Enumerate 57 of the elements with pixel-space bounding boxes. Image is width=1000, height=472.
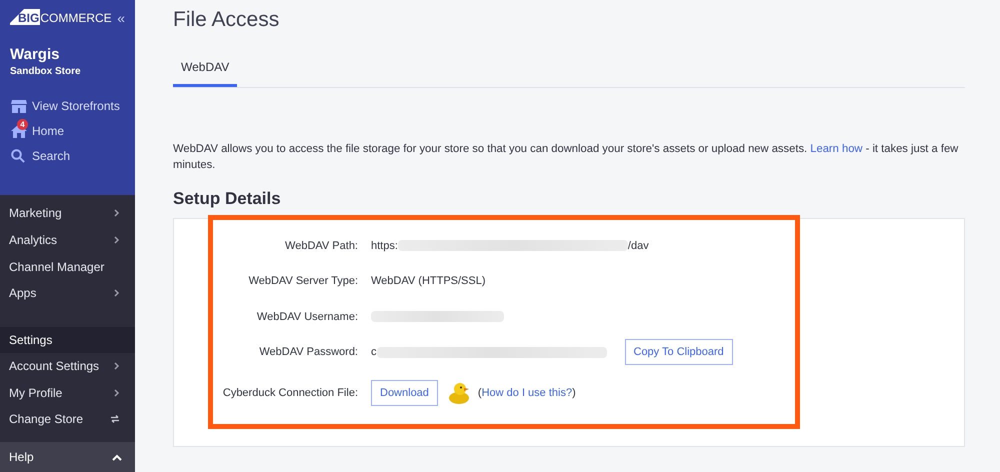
chevron-right-icon xyxy=(114,209,120,218)
download-button[interactable]: Download xyxy=(371,380,438,406)
menu-section-header: Settings xyxy=(0,326,135,353)
field-label: WebDAV Path: xyxy=(284,240,358,252)
quick-link-label: Search xyxy=(32,149,70,163)
menu-item-label: Channel Manager xyxy=(9,260,104,274)
menu-item[interactable]: Account Settings xyxy=(0,352,135,380)
chevron-right-icon xyxy=(114,388,120,397)
learn-how-link[interactable]: Learn how xyxy=(810,143,862,155)
switch-arrows-icon xyxy=(110,415,120,424)
menu-item[interactable]: Apps xyxy=(0,280,135,307)
logo: BIGCOMMERCE xyxy=(10,11,112,25)
copy-button[interactable]: Copy To Clipboard xyxy=(624,339,733,366)
quick-link-label: Home xyxy=(32,124,64,138)
menu-item-label: Account Settings xyxy=(9,359,100,374)
menu-item[interactable]: Marketing xyxy=(0,200,135,227)
field-value-start: c xyxy=(371,346,376,358)
chevron-right-icon xyxy=(114,362,120,370)
menu-item[interactable]: Change Store xyxy=(0,406,135,433)
chevron-right-icon xyxy=(114,289,120,298)
search-icon xyxy=(11,149,25,163)
field-value: WebDAV (HTTPS/SSL) xyxy=(371,275,486,288)
field-label: WebDAV Password: xyxy=(258,346,358,358)
menu-item[interactable]: My Profile xyxy=(0,379,135,406)
menu-item-label: Analytics xyxy=(9,233,58,248)
menu-item[interactable]: Analytics xyxy=(0,226,135,254)
storefront-icon xyxy=(11,99,27,113)
help-link[interactable]: How do I use this? xyxy=(482,387,572,399)
field-value-start: https: xyxy=(371,240,398,252)
menu-item-label: My Profile xyxy=(9,386,62,400)
field-label: WebDAV Username: xyxy=(256,310,358,323)
field-label: Cyberduck Connection File: xyxy=(222,387,358,399)
quick-link-label: View Storefronts xyxy=(32,99,120,113)
chevron-right-icon xyxy=(114,236,120,244)
paren: ( xyxy=(478,387,482,399)
page-title: File Access xyxy=(173,8,280,32)
store-subtitle: Sandbox Store xyxy=(10,66,82,77)
paren: ) xyxy=(572,387,576,399)
help-label: Help xyxy=(9,450,34,464)
menu-item-label: Apps xyxy=(9,286,36,300)
duck-icon xyxy=(448,381,470,405)
intro-paragraph: WebDAV allows you to access the file storage for your store so that you can download your store's assets or upload new assets. Learn how - it takes just a few minutes. xyxy=(173,142,960,173)
notification-badge: 4 xyxy=(17,119,28,130)
caret-icon xyxy=(112,454,122,460)
quick-link[interactable]: Search xyxy=(0,145,135,167)
menu-item-label: Marketing xyxy=(9,206,62,220)
menu-item-label: Change Store xyxy=(9,412,84,426)
menu-item[interactable]: Channel Manager xyxy=(0,253,135,280)
quick-link[interactable]: View Storefronts xyxy=(0,95,135,117)
section-title: Setup Details xyxy=(173,189,282,209)
collapse-button[interactable]: « xyxy=(117,10,125,26)
field-value-end: /dav xyxy=(628,240,649,252)
quick-link[interactable]: 4 Home xyxy=(0,120,135,142)
tab[interactable]: WebDAV xyxy=(173,54,238,87)
field-label: WebDAV Server Type: xyxy=(248,275,358,288)
help-bar[interactable]: Help xyxy=(0,442,135,472)
store-name: Wargis xyxy=(10,46,60,63)
